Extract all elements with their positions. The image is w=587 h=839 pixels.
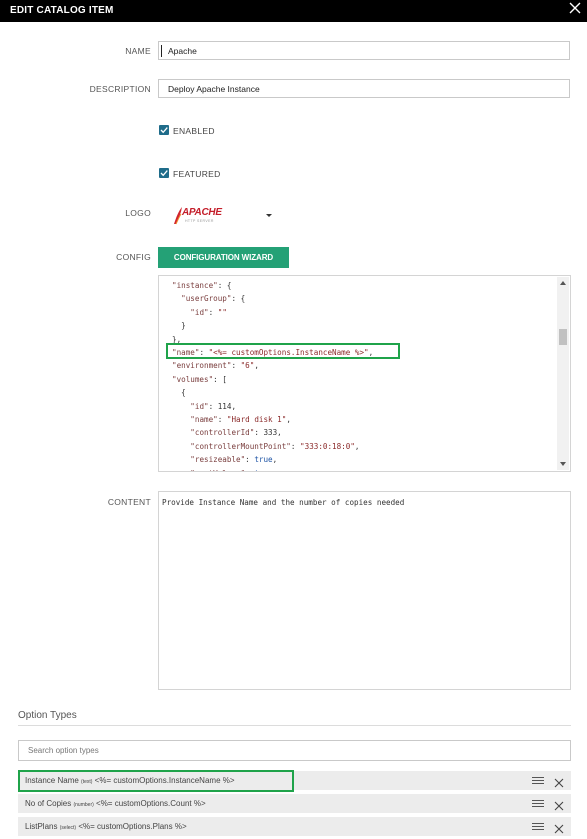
text-caret: [161, 45, 162, 57]
enabled-checkbox[interactable]: [159, 125, 169, 135]
close-icon[interactable]: [568, 1, 582, 15]
name-field[interactable]: Apache: [158, 41, 570, 60]
code-line: "resizeable": true,: [190, 455, 278, 465]
content-label: CONTENT: [107, 497, 151, 507]
name-value: Apache: [168, 46, 197, 56]
divider: [18, 725, 571, 726]
scroll-up-icon[interactable]: [560, 281, 566, 285]
code-line: "environment": "6",: [172, 361, 259, 371]
scroll-down-icon[interactable]: [560, 462, 566, 466]
configuration-wizard-button[interactable]: CONFIGURATION WIZARD: [158, 247, 289, 268]
logo-subtext: HTTP SERVER: [185, 219, 214, 223]
code-line: "controllerMountPoint": "333:0:18:0",: [190, 441, 360, 451]
content-textarea[interactable]: Provide Instance Name and the number of …: [158, 491, 571, 690]
remove-icon[interactable]: [554, 821, 564, 834]
code-line: "instance": {: [172, 281, 232, 290]
code-line: "controllerId": 333,: [190, 428, 282, 438]
content-value: Provide Instance Name and the number of …: [162, 498, 405, 507]
logo-label: LOGO: [125, 208, 151, 218]
option-type-text: ListPlans (select) <%= customOptions.Pla…: [25, 822, 187, 831]
enabled-label: ENABLED: [173, 126, 215, 136]
option-name: No of Copies: [25, 799, 72, 808]
drag-handle-icon[interactable]: [532, 823, 544, 831]
option-types-title: Option Types: [18, 710, 77, 721]
drag-handle-icon[interactable]: [532, 800, 544, 808]
remove-icon[interactable]: [554, 798, 564, 811]
option-type-row[interactable]: No of Copies (number) <%= customOptions.…: [18, 794, 571, 813]
code-line: "id": 114,: [190, 401, 237, 411]
description-field[interactable]: Deploy Apache Instance: [158, 79, 570, 98]
dialog-header: EDIT CATALOG ITEM: [0, 0, 587, 22]
dialog-title: EDIT CATALOG ITEM: [10, 5, 114, 16]
scrollbar[interactable]: [557, 277, 569, 470]
featured-checkbox[interactable]: [159, 168, 169, 178]
config-label: CONFIG: [116, 252, 151, 262]
code-line: "volumes": [: [172, 374, 227, 384]
logo-text: APACHE: [182, 207, 222, 218]
config-code-editor[interactable]: "instance": { "userGroup": { "id": "" }}…: [158, 275, 571, 472]
code-line: }: [172, 321, 186, 331]
code-line: "userGroup": {: [181, 294, 246, 304]
option-type-text: No of Copies (number) <%= customOptions.…: [25, 799, 206, 808]
option-expression: <%= customOptions.Plans %>: [78, 822, 187, 831]
remove-icon[interactable]: [554, 775, 564, 788]
apache-logo[interactable]: APACHE HTTP SERVER: [170, 205, 222, 225]
option-search-input[interactable]: Search option types: [18, 740, 571, 761]
scroll-thumb[interactable]: [559, 329, 567, 345]
description-label: DESCRIPTION: [89, 84, 151, 94]
code-line: "id": "": [190, 307, 227, 317]
drag-handle-icon[interactable]: [532, 777, 544, 785]
chevron-down-icon[interactable]: [266, 214, 272, 217]
code-line: "name": "Hard disk 1",: [190, 415, 291, 424]
description-value: Deploy Apache Instance: [168, 84, 260, 94]
featured-label: FEATURED: [173, 169, 221, 179]
option-name: ListPlans: [25, 822, 58, 831]
check-icon: [160, 127, 168, 134]
option-type: (select): [59, 825, 77, 831]
code-line: "rootVolume": true,: [172, 469, 277, 471]
option-highlight-box: [18, 770, 294, 792]
option-type-row[interactable]: ListPlans (select) <%= customOptions.Pla…: [18, 817, 571, 836]
name-highlight-box: [166, 343, 400, 359]
code-line: {: [172, 388, 186, 398]
check-icon: [160, 170, 168, 177]
name-label: NAME: [125, 46, 151, 56]
option-expression: <%= customOptions.Count %>: [96, 799, 206, 808]
option-type: (number): [73, 802, 94, 808]
